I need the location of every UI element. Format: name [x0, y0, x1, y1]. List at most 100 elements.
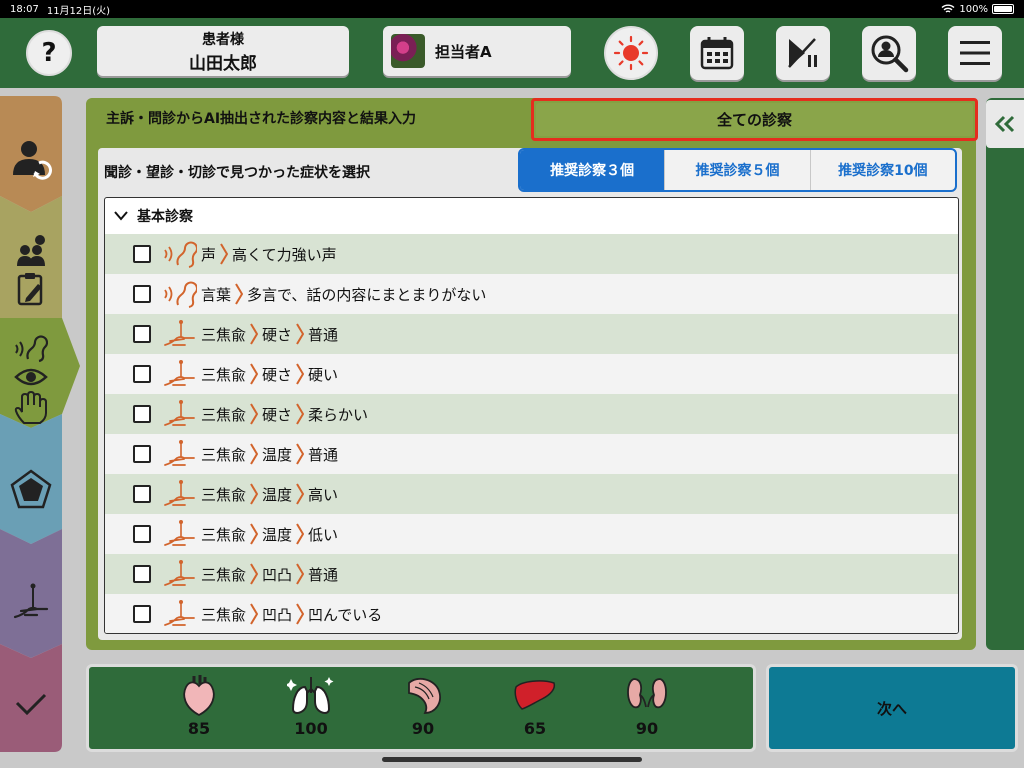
- calendar-button[interactable]: [690, 26, 744, 80]
- row-label-part: 低い: [308, 525, 339, 544]
- help-label: ?: [41, 38, 57, 68]
- row-label-part: 温度: [262, 445, 293, 464]
- list-item[interactable]: 三焦兪 温度 高い: [105, 474, 958, 514]
- row-label-part: 温度: [262, 525, 293, 544]
- left-tab-bar: [0, 96, 80, 752]
- palpation-icon: [164, 560, 195, 586]
- row-label-part: 凹凸: [262, 605, 293, 624]
- breadcrumb-chevron-icon: [296, 603, 305, 625]
- group-chat-icon: [17, 235, 45, 266]
- tab-confirm[interactable]: [0, 664, 62, 744]
- row-label-part: 硬い: [308, 365, 339, 384]
- row-label-part: 三焦兪: [201, 325, 247, 344]
- row-label-part: 温度: [262, 485, 293, 504]
- list-item[interactable]: 三焦兪 硬さ 柔らかい: [105, 394, 958, 434]
- row-label-part: 硬さ: [262, 365, 293, 384]
- play-pause-button[interactable]: [776, 26, 830, 80]
- next-button[interactable]: 次へ: [766, 664, 1018, 752]
- heart-organ-icon: [183, 675, 215, 717]
- list-item[interactable]: 三焦兪 温度 低い: [105, 514, 958, 554]
- organ-liver-value: 65: [523, 719, 547, 738]
- panel-title: 主訴・問診からAI抽出された診察内容と結果入力: [106, 111, 417, 127]
- staff-box[interactable]: 担当者A: [383, 26, 571, 76]
- collapse-button[interactable]: [986, 100, 1024, 148]
- user-search-button[interactable]: [862, 26, 916, 80]
- row-label-part: 高い: [308, 485, 339, 504]
- organ-status-bar: 85 100 90 65 90: [86, 664, 756, 752]
- breadcrumb-chevron-icon: [235, 283, 244, 305]
- battery-percent: 100%: [959, 3, 988, 15]
- double-chevron-left-icon: [994, 115, 1015, 133]
- organ-kidneys: 90: [617, 673, 677, 738]
- organ-heart-value: 85: [187, 719, 211, 738]
- hand-icon: [14, 391, 47, 424]
- staff-name: 担当者A: [435, 42, 492, 61]
- patient-box[interactable]: 患者様 山田太郎: [97, 26, 349, 76]
- row-label-part: 多言で、話の内容にまとまりがない: [247, 285, 487, 304]
- recommend-segmented-control: 推奨診察３個 推奨診察５個 推奨診察10個: [518, 148, 957, 192]
- all-examinations-tab[interactable]: 全ての診察: [531, 98, 978, 141]
- section-header-basic[interactable]: 基本診察: [105, 198, 958, 234]
- row-label-part: 普通: [308, 565, 339, 584]
- list-item[interactable]: 言葉 多言で、話の内容にまとまりがない: [105, 274, 958, 314]
- organ-heart: 85: [169, 673, 229, 738]
- row-checkbox[interactable]: [133, 365, 151, 383]
- row-label-part: 声: [201, 245, 217, 264]
- list-item[interactable]: 三焦兪 硬さ 硬い: [105, 354, 958, 394]
- row-label-part: 高くて力強い声: [232, 245, 337, 264]
- row-label-part: 言葉: [201, 285, 232, 304]
- calendar-icon: [700, 37, 734, 70]
- person-refresh-icon: [13, 141, 52, 180]
- row-checkbox[interactable]: [133, 445, 151, 463]
- row-checkbox[interactable]: [133, 245, 151, 263]
- tab-pentagon[interactable]: [0, 444, 62, 534]
- liver-organ-icon: [514, 680, 556, 710]
- tab-interview[interactable]: [0, 222, 62, 318]
- segment-recommend-5[interactable]: 推奨診察５個: [664, 150, 809, 190]
- row-checkbox[interactable]: [133, 325, 151, 343]
- checkmark-icon: [15, 693, 47, 716]
- row-checkbox[interactable]: [133, 485, 151, 503]
- segment-recommend-10[interactable]: 推奨診察10個: [809, 150, 955, 190]
- ear-sound-icon: [164, 281, 197, 308]
- all-examinations-label: 全ての診察: [716, 111, 792, 129]
- breadcrumb-chevron-icon: [296, 323, 305, 345]
- organ-lungs: 100: [281, 673, 341, 738]
- wifi-icon: [941, 4, 955, 13]
- clipboard-pencil-icon: [17, 273, 43, 306]
- list-item[interactable]: 三焦兪 凹凸 普通: [105, 554, 958, 594]
- row-label-part: 凹凸: [262, 565, 293, 584]
- tab-patient-complaint[interactable]: [0, 124, 62, 194]
- breadcrumb-chevron-icon: [296, 563, 305, 585]
- segment-recommend-3[interactable]: 推奨診察３個: [520, 150, 665, 190]
- organ-lungs-value: 100: [294, 719, 328, 738]
- home-indicator[interactable]: [382, 757, 642, 762]
- menu-button[interactable]: [948, 26, 1002, 80]
- organ-kidneys-value: 90: [635, 719, 659, 738]
- row-checkbox[interactable]: [133, 285, 151, 303]
- breadcrumb-chevron-icon: [296, 403, 305, 425]
- row-container: 声高くて力強い声 言葉 多言で、話の内容にまとまりがない 三焦兪 硬さ 普通 三焦兪 硬さ 硬い…: [105, 234, 958, 633]
- acupuncture-hand-icon: [13, 583, 49, 619]
- tab-examination[interactable]: [0, 328, 62, 432]
- row-checkbox[interactable]: [133, 525, 151, 543]
- row-checkbox[interactable]: [133, 565, 151, 583]
- list-item[interactable]: 声高くて力強い声: [105, 234, 958, 274]
- list-item[interactable]: 三焦兪 凹凸 凹んでいる: [105, 594, 958, 633]
- tab-acupuncture[interactable]: [0, 558, 62, 648]
- help-button[interactable]: ?: [26, 30, 72, 76]
- status-bar: 18:07 11月12日(火) 100%: [0, 0, 1024, 18]
- row-checkbox[interactable]: [133, 605, 151, 623]
- list-item[interactable]: 三焦兪 温度 普通: [105, 434, 958, 474]
- row-checkbox[interactable]: [133, 405, 151, 423]
- row-label-part: 凹んでいる: [308, 605, 383, 624]
- ear-sound-icon: [164, 241, 197, 268]
- row-label-part: 普通: [308, 325, 339, 344]
- breadcrumb-chevron-icon: [296, 523, 305, 545]
- breadcrumb-chevron-icon: [250, 403, 259, 425]
- palpation-icon: [164, 440, 195, 466]
- hamburger-menu-icon: [960, 41, 990, 65]
- list-item[interactable]: 三焦兪 硬さ 普通: [105, 314, 958, 354]
- breadcrumb-chevron-icon: [250, 483, 259, 505]
- sun-button[interactable]: [604, 26, 658, 80]
